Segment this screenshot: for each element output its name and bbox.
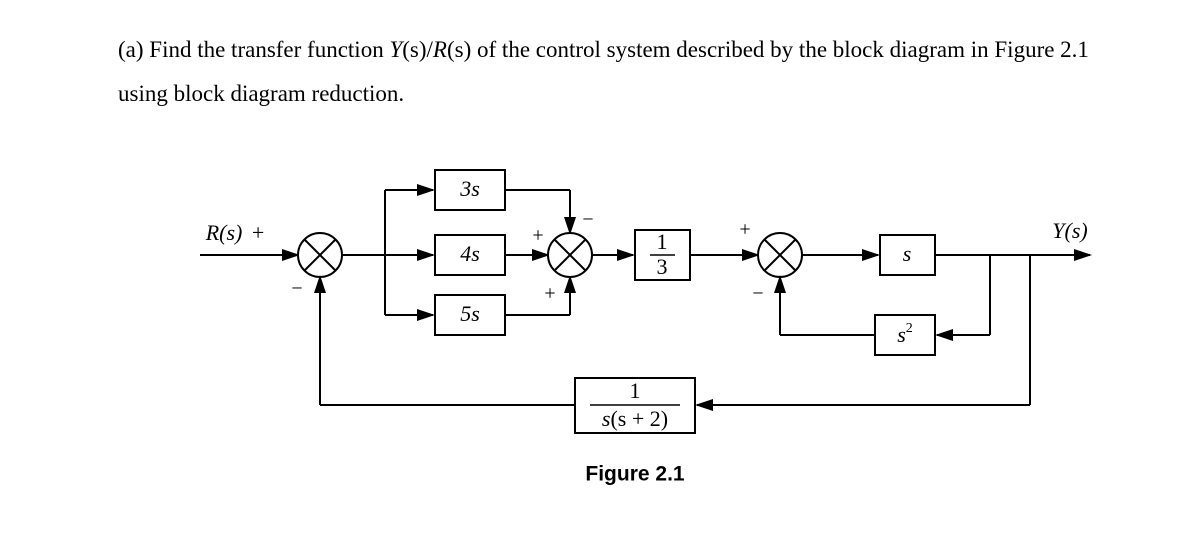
ratio-s2: (s) [447,37,471,62]
summing-junction-3 [758,233,802,277]
summing-junction-1 [298,233,342,277]
sum2-sign-bottom: + [544,283,555,305]
sum3-sign-top: + [739,219,750,241]
summing-junction-2 [548,233,592,277]
block-diagram: R(s) + − 3s 4s 5s [120,155,1120,535]
sum2-sign-left: + [532,225,543,247]
block-one-third-den: 3 [657,254,668,279]
q-text-1: Find the transfer function [149,37,389,62]
sum2-sign-top: − [582,209,593,231]
ratio-R: R [433,37,447,62]
block-4s-label: 4s [460,241,480,266]
output-label: Y(s) [1052,218,1087,243]
sum1-sign-bottom: − [291,278,302,300]
input-label: R(s) + [205,220,265,245]
part-label: (a) [118,37,144,62]
sum3-sign-bottom: − [752,283,763,305]
block-5s-label: 5s [460,301,480,326]
block-fb-den: s(s + 2) [602,406,668,431]
block-fb-num: 1 [630,378,641,403]
ratio-Y: Y [389,37,402,62]
page: (a) Find the transfer function Y(s)/R(s)… [0,0,1200,548]
question-text: (a) Find the transfer function Y(s)/R(s)… [118,28,1098,115]
ratio-s1: (s) [402,37,426,62]
figure-caption: Figure 2.1 [585,463,685,486]
block-s-label: s [903,241,912,266]
block-3s-label: 3s [459,176,480,201]
block-one-third-num: 1 [657,229,668,254]
